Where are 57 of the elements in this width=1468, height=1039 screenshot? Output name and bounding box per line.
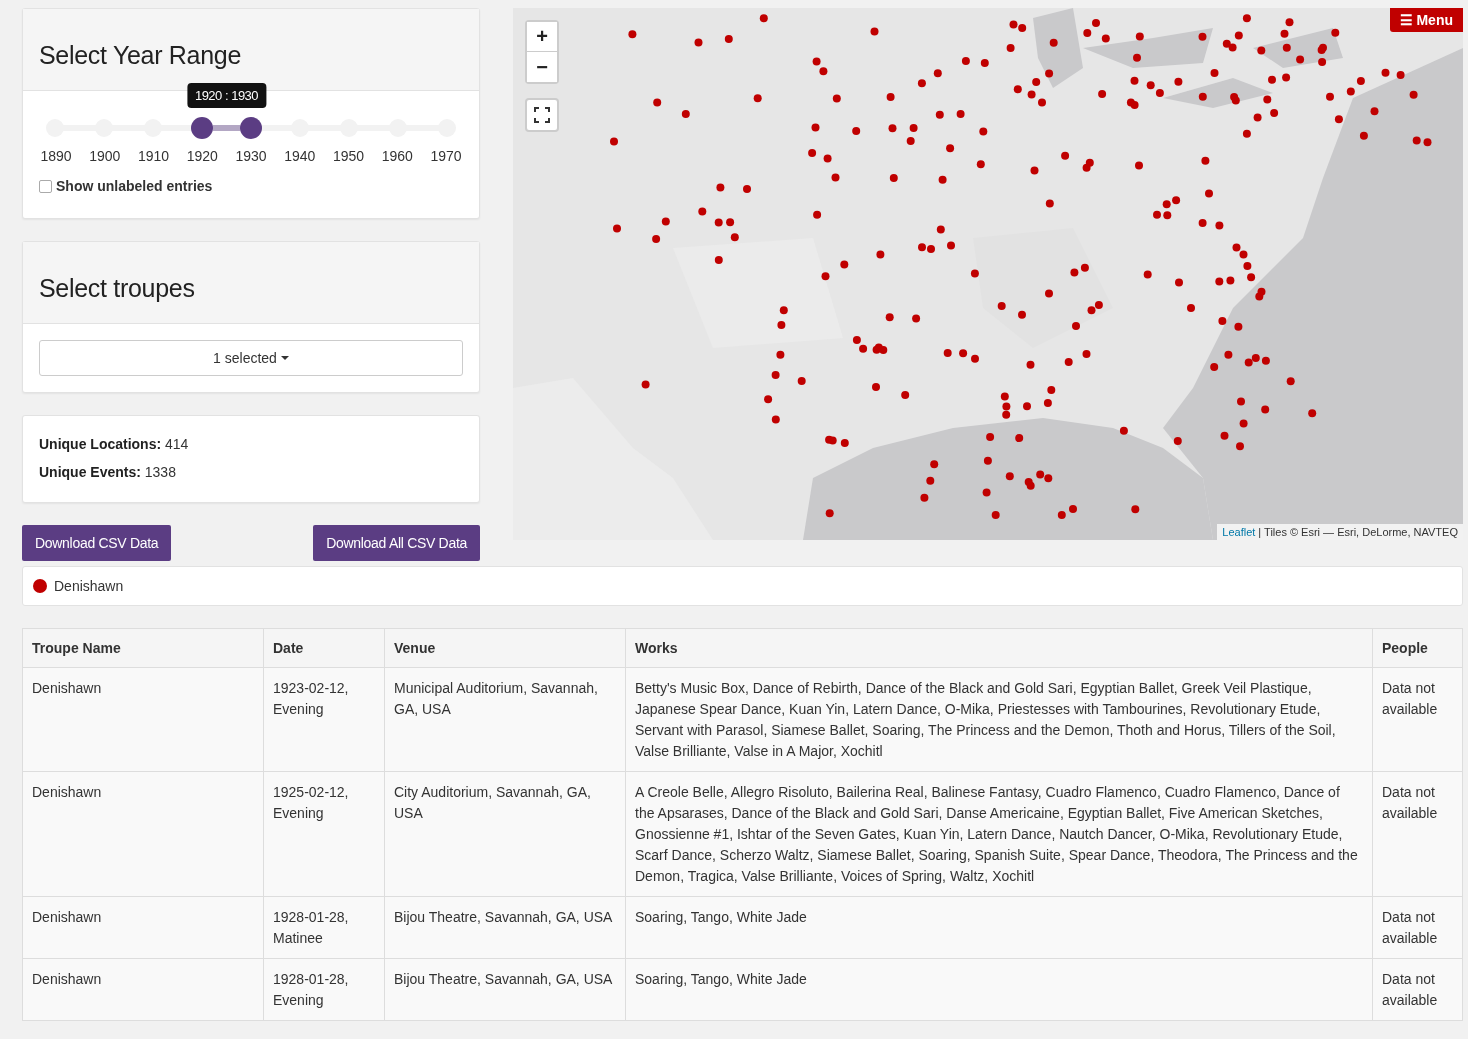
- column-header: Troupe Name: [22, 628, 264, 668]
- table-cell: 1928-01-28, Evening: [263, 958, 385, 1021]
- table-cell: Denishawn: [22, 771, 264, 897]
- slider-handle[interactable]: [240, 117, 262, 139]
- troupe-dropdown[interactable]: 1 selected: [39, 340, 463, 376]
- zoom-in-button[interactable]: +: [527, 22, 557, 52]
- slider-handle[interactable]: [191, 117, 213, 139]
- table-cell: Municipal Auditorium, Savannah, GA, USA: [384, 667, 626, 772]
- table-cell: Denishawn: [22, 896, 264, 959]
- column-header: Venue: [384, 628, 626, 668]
- table-cell: Bijou Theatre, Savannah, GA, USA: [384, 958, 626, 1021]
- tick-label: 1920: [185, 148, 219, 164]
- table-cell: Data not available: [1372, 771, 1463, 897]
- table-cell: Data not available: [1372, 896, 1463, 959]
- menu-button[interactable]: ☰ Menu: [1390, 8, 1463, 32]
- tick-label: 1940: [283, 148, 317, 164]
- table-cell: Bijou Theatre, Savannah, GA, USA: [384, 896, 626, 959]
- slider-selection: [213, 125, 240, 131]
- table-cell: Denishawn: [22, 667, 264, 772]
- tick-label: 1950: [331, 148, 366, 164]
- attribution-text: | Tiles © Esri — Esri, DeLorme, NAVTEQ: [1258, 526, 1458, 538]
- column-header: People: [1372, 628, 1463, 668]
- caret-icon: [280, 356, 289, 360]
- column-header: Date: [263, 628, 385, 668]
- tick-label: 1930: [234, 148, 268, 164]
- table-cell: Soaring, Tango, White Jade: [625, 896, 1373, 959]
- stat-text: Unique Locations: 414: [39, 435, 190, 454]
- checkbox[interactable]: [39, 179, 52, 193]
- table-cell: Soaring, Tango, White Jade: [625, 958, 1373, 1021]
- table-cell: City Auditorium, Savannah, GA, USA: [384, 771, 626, 897]
- panel-title: Select troupes: [39, 274, 196, 303]
- checkbox-label: Show unlabeled entries: [56, 178, 213, 194]
- panel-title: Select Year Range: [39, 41, 242, 70]
- tick-label: 1970: [429, 148, 463, 164]
- table-cell: Betty's Music Box, Dance of Rebirth, Dance of the Black and Gold Sari, Egyptian Ballet, Greek Veil Plastique, Japanese Spear Dance, Kuan Yin, Latern Dance, O-Mika, Priestesses with Tambourines, Revolutionary Etude, Servant with Parasol, Siamese Ballet, Soaring, The Princess and the Demon, Thoth and Horus, Tillers of the Soil, Valse Brilliante, Valse in A Major, Xochitl: [625, 667, 1373, 772]
- table-cell: 1928-01-28, Matinee: [263, 896, 385, 959]
- tick-label: 1910: [136, 148, 171, 164]
- table-cell: Data not available: [1372, 667, 1463, 772]
- tick-label: 1900: [88, 148, 122, 164]
- table-cell: A Creole Belle, Allegro Risoluto, Bailerina Real, Balinese Fantasy, Cuadro Flamenco, Cuadro Flamenco, Dance of the Apsarases, Dance of the Black and Gold Sari, Danse Americaine, Egyptian Ballet, Five American Sketches, Gnossienne #1, Ishtar of the Seven Gates, Kuan Yin, Latern Dance, Nautch Dancer, O-Mika, Revolutionary Etude, Scarf Dance, Scherzo Waltz, Siamese Ballet, Soaring, Spanish Suite, Spear Dance, Theodora, The Princess and the Demon, Tragica, Valse Brilliante, Voices of Spring, Waltz, Xochitl: [625, 771, 1373, 897]
- range-tooltip: 1920 : 1930: [186, 83, 267, 108]
- download-button[interactable]: Download All CSV Data: [313, 525, 480, 561]
- attribution-link[interactable]: Leaflet: [1222, 526, 1256, 538]
- menu-icon: ☰: [1400, 12, 1414, 28]
- table-cell: Denishawn: [22, 958, 264, 1021]
- download-button[interactable]: Download CSV Data: [22, 525, 172, 561]
- table-cell: 1925-02-12, Evening: [263, 771, 385, 897]
- tick-label: 1890: [39, 148, 73, 164]
- tick-label: 1960: [380, 148, 414, 164]
- range-slider[interactable]: [44, 117, 458, 139]
- stat-text: Unique Events: 1338: [39, 463, 177, 482]
- legend-label: Denishawn: [54, 578, 124, 594]
- column-header: Works: [625, 628, 1373, 668]
- table-cell: Data not available: [1372, 958, 1463, 1021]
- fullscreen-button[interactable]: [525, 98, 559, 132]
- table-cell: 1923-02-12, Evening: [263, 667, 385, 772]
- fullscreen-icon: [534, 107, 550, 123]
